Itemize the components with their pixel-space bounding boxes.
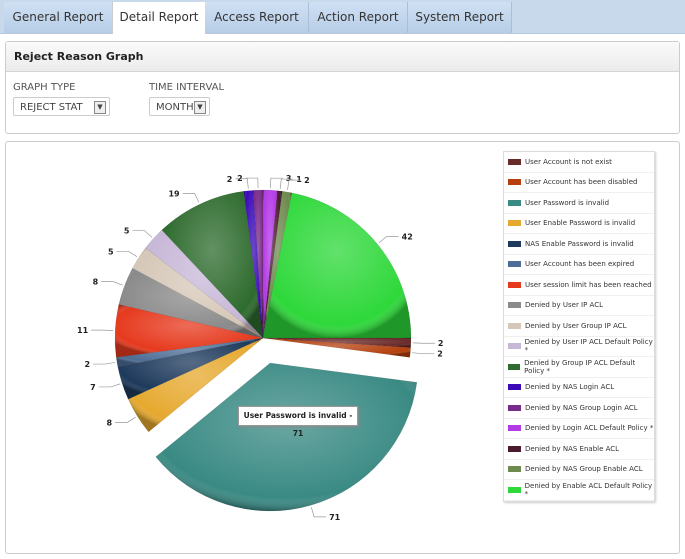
legend-swatch <box>508 322 521 329</box>
legend-label: User Account is not exist <box>525 157 612 166</box>
legend-swatch <box>508 158 521 165</box>
legend-label: User Enable Password is invalid <box>525 219 636 228</box>
slice-value-label: 2 <box>304 176 310 185</box>
legend-swatch <box>508 302 521 309</box>
label-leader-line <box>412 352 435 355</box>
legend-item[interactable]: User Enable Password is invalid <box>504 214 654 234</box>
legend-swatch <box>508 486 521 493</box>
label-leader-line <box>132 230 153 238</box>
legend-item[interactable]: NAS Enable Password is invalid <box>504 234 654 255</box>
legend-swatch <box>508 445 521 452</box>
legend-label: User Account has been disabled <box>525 178 638 187</box>
chart-tooltip: User Password is invalid - 71 <box>238 406 358 438</box>
legend-swatch <box>508 261 521 268</box>
label-leader-line <box>115 416 136 423</box>
chart-legend: User Account is not exist User Account ha… <box>503 151 655 502</box>
legend-item[interactable]: Denied by NAS Group Login ACL <box>504 398 654 419</box>
label-leader-line <box>116 250 138 258</box>
slice-value-label: 5 <box>124 227 130 236</box>
slice-value-label: 11 <box>77 326 89 335</box>
legend-item[interactable]: User Account is not exist <box>504 152 654 173</box>
legend-item[interactable]: Denied by User Group IP ACL <box>504 316 654 337</box>
legend-swatch <box>508 384 521 391</box>
legend-label: Denied by Login ACL Default Policy * <box>525 424 654 433</box>
legend-item[interactable]: Denied by User IP ACL Default Policy * <box>504 337 654 357</box>
slice-value-label: 2 <box>438 339 444 348</box>
slice-value-label: 2 <box>85 360 91 369</box>
label-leader-line <box>93 362 116 365</box>
legend-label: User session limit has been reached <box>525 280 652 289</box>
legend-swatch <box>508 343 521 350</box>
legend-label: NAS Enable Password is invalid <box>525 239 634 248</box>
tab-access-report[interactable]: Access Report <box>205 2 309 33</box>
legend-swatch <box>508 425 521 432</box>
legend-label: Denied by User IP ACL Default Policy * <box>524 338 653 355</box>
slice-value-label: 8 <box>107 418 113 427</box>
panel-title: Reject Reason Graph <box>6 42 679 72</box>
tab-system-report[interactable]: System Report <box>408 2 512 33</box>
legend-item[interactable]: Denied by User IP ACL <box>504 296 654 316</box>
legend-label: Denied by NAS Login ACL <box>525 383 615 392</box>
graph-settings-panel: Reject Reason Graph GRAPH TYPE REJECT ST… <box>5 41 680 134</box>
legend-swatch <box>508 404 521 411</box>
slice-value-label: 5 <box>108 247 114 256</box>
label-leader-line <box>101 281 123 286</box>
graph-type-value: REJECT STAT <box>20 102 83 113</box>
legend-swatch <box>508 281 521 288</box>
time-interval-label: TIME INTERVAL <box>149 82 225 93</box>
graph-type-select[interactable]: REJECT STAT ▼ <box>13 97 110 116</box>
legend-item[interactable]: User Account has been expired <box>504 255 654 275</box>
tab-general-report[interactable]: General Report <box>4 2 113 33</box>
legend-swatch <box>508 466 521 473</box>
label-leader-line <box>310 507 327 518</box>
legend-swatch <box>508 220 521 227</box>
legend-label: User Password is invalid <box>525 198 610 207</box>
legend-swatch <box>508 179 521 186</box>
legend-label: Denied by Enable ACL Default Policy * <box>524 481 653 498</box>
label-leader-line <box>98 383 121 388</box>
legend-label: Denied by User Group IP ACL <box>525 321 627 330</box>
legend-item[interactable]: User session limit has been reached <box>504 275 654 296</box>
legend-item[interactable]: Denied by NAS Login ACL <box>504 378 654 398</box>
report-tabs: General Report Detail Report Access Repo… <box>0 0 685 34</box>
slice-value-label: 42 <box>402 232 413 241</box>
slice-value-label: 2 <box>237 174 243 183</box>
legend-swatch <box>508 240 521 247</box>
tab-action-report[interactable]: Action Report <box>309 2 408 33</box>
slice-value-label: 2 <box>227 175 233 184</box>
legend-label: Denied by NAS Enable ACL <box>525 444 620 453</box>
slice-value-label: 19 <box>168 189 180 198</box>
slice-value-label: 8 <box>93 278 99 287</box>
legend-item[interactable]: User Password is invalid <box>504 193 654 214</box>
graph-type-label: GRAPH TYPE <box>13 82 76 93</box>
chevron-down-icon[interactable]: ▼ <box>194 101 206 114</box>
legend-swatch <box>508 363 521 370</box>
chart-panel: 2 2 71 8 7 2 11 8 5 5 19 2 2 3 1 2 42 User Account is no… <box>5 141 680 554</box>
label-leader-line <box>378 236 399 244</box>
legend-swatch <box>508 199 521 206</box>
time-interval-select[interactable]: MONTH ▼ <box>149 97 210 116</box>
slice-value-label: 2 <box>437 350 443 359</box>
legend-label: Denied by User IP ACL <box>525 301 604 310</box>
slice-value-label: 7 <box>90 383 96 392</box>
legend-item[interactable]: Denied by Group IP ACL Default Policy * <box>504 357 654 378</box>
time-interval-value: MONTH <box>156 102 194 113</box>
legend-item[interactable]: Denied by Login ACL Default Policy * <box>504 419 654 439</box>
legend-item[interactable]: Denied by NAS Group Enable ACL <box>504 460 654 480</box>
legend-label: Denied by NAS Group Enable ACL <box>525 465 643 474</box>
legend-item[interactable]: User Account has been disabled <box>504 173 654 193</box>
slice-value-label: 71 <box>329 513 341 522</box>
legend-item[interactable]: Denied by Enable ACL Default Policy * <box>504 480 654 501</box>
pie-chart: 227187211855192 2 3 1 242 <box>77 174 444 522</box>
chevron-down-icon[interactable]: ▼ <box>94 101 106 114</box>
slice-value-label: 1 <box>296 175 302 184</box>
legend-label: Denied by NAS Group Login ACL <box>525 403 638 412</box>
label-leader-line <box>182 193 200 203</box>
legend-item[interactable]: Denied by NAS Enable ACL <box>504 439 654 460</box>
legend-label: User Account has been expired <box>525 260 635 269</box>
tab-detail-report[interactable]: Detail Report <box>112 2 206 34</box>
legend-label: Denied by Group IP ACL Default Policy * <box>524 358 636 375</box>
